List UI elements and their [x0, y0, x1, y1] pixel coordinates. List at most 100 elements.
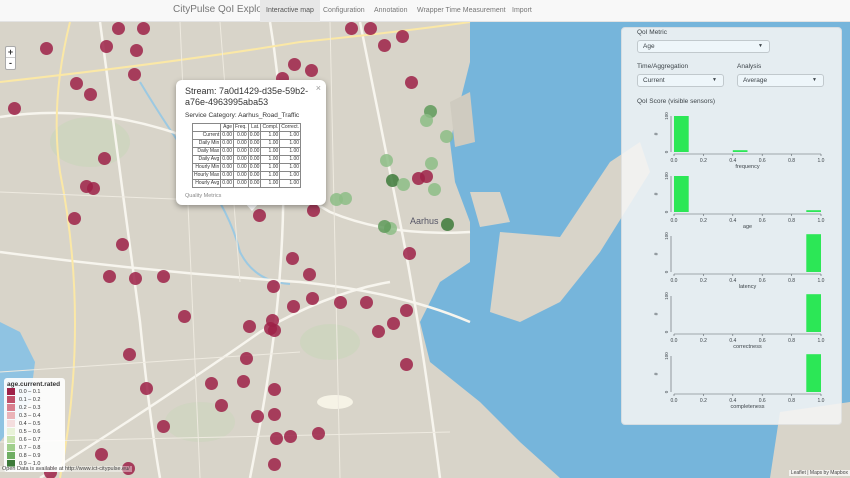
quality-metrics-link[interactable]: Quality Metrics	[185, 193, 317, 199]
sensor-marker[interactable]	[240, 352, 253, 365]
qoi-score-label: QoI Score (visible sensors)	[637, 98, 716, 105]
legend-swatch	[7, 396, 15, 404]
sensor-marker[interactable]	[400, 304, 413, 317]
sensor-marker[interactable]	[40, 42, 53, 55]
sensor-marker[interactable]	[312, 427, 325, 440]
sensor-marker[interactable]	[360, 296, 373, 309]
sensor-marker[interactable]	[87, 182, 100, 195]
time-aggregation-select[interactable]: Current ▼	[637, 74, 724, 87]
y-tick-label: 100	[664, 112, 669, 120]
time-aggregation-label: Time/Aggregation	[637, 63, 689, 70]
y-axis-label: #	[654, 192, 660, 195]
sensor-marker[interactable]	[339, 192, 352, 205]
sensor-marker[interactable]	[306, 292, 319, 305]
x-tick-label: 0.4	[729, 278, 736, 284]
tab-import[interactable]: Import	[506, 0, 538, 22]
sensor-marker[interactable]	[205, 377, 218, 390]
sensor-marker[interactable]	[100, 40, 113, 53]
zoom-out-button[interactable]: -	[6, 58, 15, 69]
x-tick-label: 0.2	[700, 338, 707, 344]
sensor-marker[interactable]	[378, 220, 391, 233]
app-brand[interactable]: CityPulse QoI Explorer	[173, 4, 274, 15]
sensor-marker[interactable]	[345, 22, 358, 35]
sensor-marker[interactable]	[403, 247, 416, 260]
sensor-marker[interactable]	[303, 268, 316, 281]
sensor-marker[interactable]	[129, 272, 142, 285]
sensor-marker[interactable]	[286, 252, 299, 265]
sensor-marker[interactable]	[387, 317, 400, 330]
tab-interactive-map[interactable]: Interactive map	[260, 0, 320, 22]
sensor-marker[interactable]	[84, 88, 97, 101]
sensor-marker[interactable]	[237, 375, 250, 388]
sensor-marker[interactable]	[98, 152, 111, 165]
sensor-marker[interactable]	[215, 399, 228, 412]
sensor-marker[interactable]	[305, 64, 318, 77]
legend-label: 0.6 – 0.7	[19, 437, 41, 443]
sensor-marker[interactable]	[112, 22, 125, 35]
sensor-marker[interactable]	[157, 420, 170, 433]
sensor-marker[interactable]	[70, 77, 83, 90]
sensor-marker[interactable]	[128, 68, 141, 81]
y-tick-label: 100	[664, 232, 669, 240]
sensor-marker[interactable]	[378, 39, 391, 52]
sensor-marker[interactable]	[68, 212, 81, 225]
sensor-marker[interactable]	[178, 310, 191, 323]
sensor-marker[interactable]	[441, 218, 454, 231]
histogram-bar	[806, 294, 821, 332]
sensor-marker[interactable]	[267, 280, 280, 293]
table-row: Hourly Max 0.00 0.00 0.00 1.00 1.00	[191, 171, 302, 180]
sensor-marker[interactable]	[307, 204, 320, 217]
legend-item: 0.3 – 0.4	[7, 412, 62, 420]
sensor-marker[interactable]	[364, 22, 377, 35]
legend-swatch	[7, 452, 15, 460]
y-tick-label: 100	[664, 172, 669, 180]
sensor-marker[interactable]	[397, 178, 410, 191]
sensor-marker[interactable]	[268, 408, 281, 421]
analysis-select[interactable]: Average ▼	[737, 74, 824, 87]
map-legend: age.current.rated 0.0 – 0.1 0.1 – 0.2 0.2 …	[4, 378, 65, 472]
sensor-marker[interactable]	[284, 430, 297, 443]
popup-close-button[interactable]: ×	[316, 83, 321, 93]
tab-annotation[interactable]: Annotation	[368, 0, 413, 22]
qoi-metric-select[interactable]: Age ▼	[637, 40, 770, 53]
sensor-marker[interactable]	[334, 296, 347, 309]
sensor-marker[interactable]	[8, 102, 21, 115]
sensor-marker[interactable]	[440, 130, 453, 143]
sensor-marker[interactable]	[428, 183, 441, 196]
map-attribution[interactable]: Leaflet | Maps by Mapbox	[788, 470, 850, 476]
x-tick-label: 0.0	[671, 278, 678, 284]
sensor-marker[interactable]	[268, 458, 281, 471]
sensor-marker[interactable]	[123, 348, 136, 361]
sensor-marker[interactable]	[268, 324, 281, 337]
sensor-marker[interactable]	[157, 270, 170, 283]
sensor-marker[interactable]	[95, 448, 108, 461]
sensor-marker[interactable]	[270, 432, 283, 445]
sensor-marker[interactable]	[130, 44, 143, 57]
sensor-marker[interactable]	[400, 358, 413, 371]
sensor-marker[interactable]	[425, 157, 438, 170]
sensor-marker[interactable]	[140, 382, 153, 395]
legend-item: 0.7 – 0.8	[7, 444, 62, 452]
histogram-correctness: 0.0 0.2 0.4 0.6 0.8 1.0 0 100 # correctness	[622, 290, 843, 350]
sensor-marker[interactable]	[116, 238, 129, 251]
sensor-marker[interactable]	[251, 410, 264, 423]
sensor-marker[interactable]	[243, 320, 256, 333]
zoom-in-button[interactable]: +	[6, 47, 15, 58]
sensor-marker[interactable]	[288, 58, 301, 71]
sensor-marker[interactable]	[268, 383, 281, 396]
tab-wrapper-time-measurement[interactable]: Wrapper Time Measurement	[411, 0, 512, 22]
tab-configuration[interactable]: Configuration	[317, 0, 371, 22]
sensor-marker[interactable]	[103, 270, 116, 283]
sensor-marker[interactable]	[420, 114, 433, 127]
sensor-marker[interactable]	[396, 30, 409, 43]
sensor-marker[interactable]	[405, 76, 418, 89]
table-header: Freq.	[233, 123, 249, 132]
x-tick-label: 1.0	[818, 338, 825, 344]
sensor-marker[interactable]	[137, 22, 150, 35]
sensor-marker[interactable]	[380, 154, 393, 167]
table-header	[191, 123, 222, 132]
legend-swatch	[7, 404, 15, 412]
sensor-marker[interactable]	[420, 170, 433, 183]
sensor-marker[interactable]	[287, 300, 300, 313]
sensor-marker[interactable]	[372, 325, 385, 338]
